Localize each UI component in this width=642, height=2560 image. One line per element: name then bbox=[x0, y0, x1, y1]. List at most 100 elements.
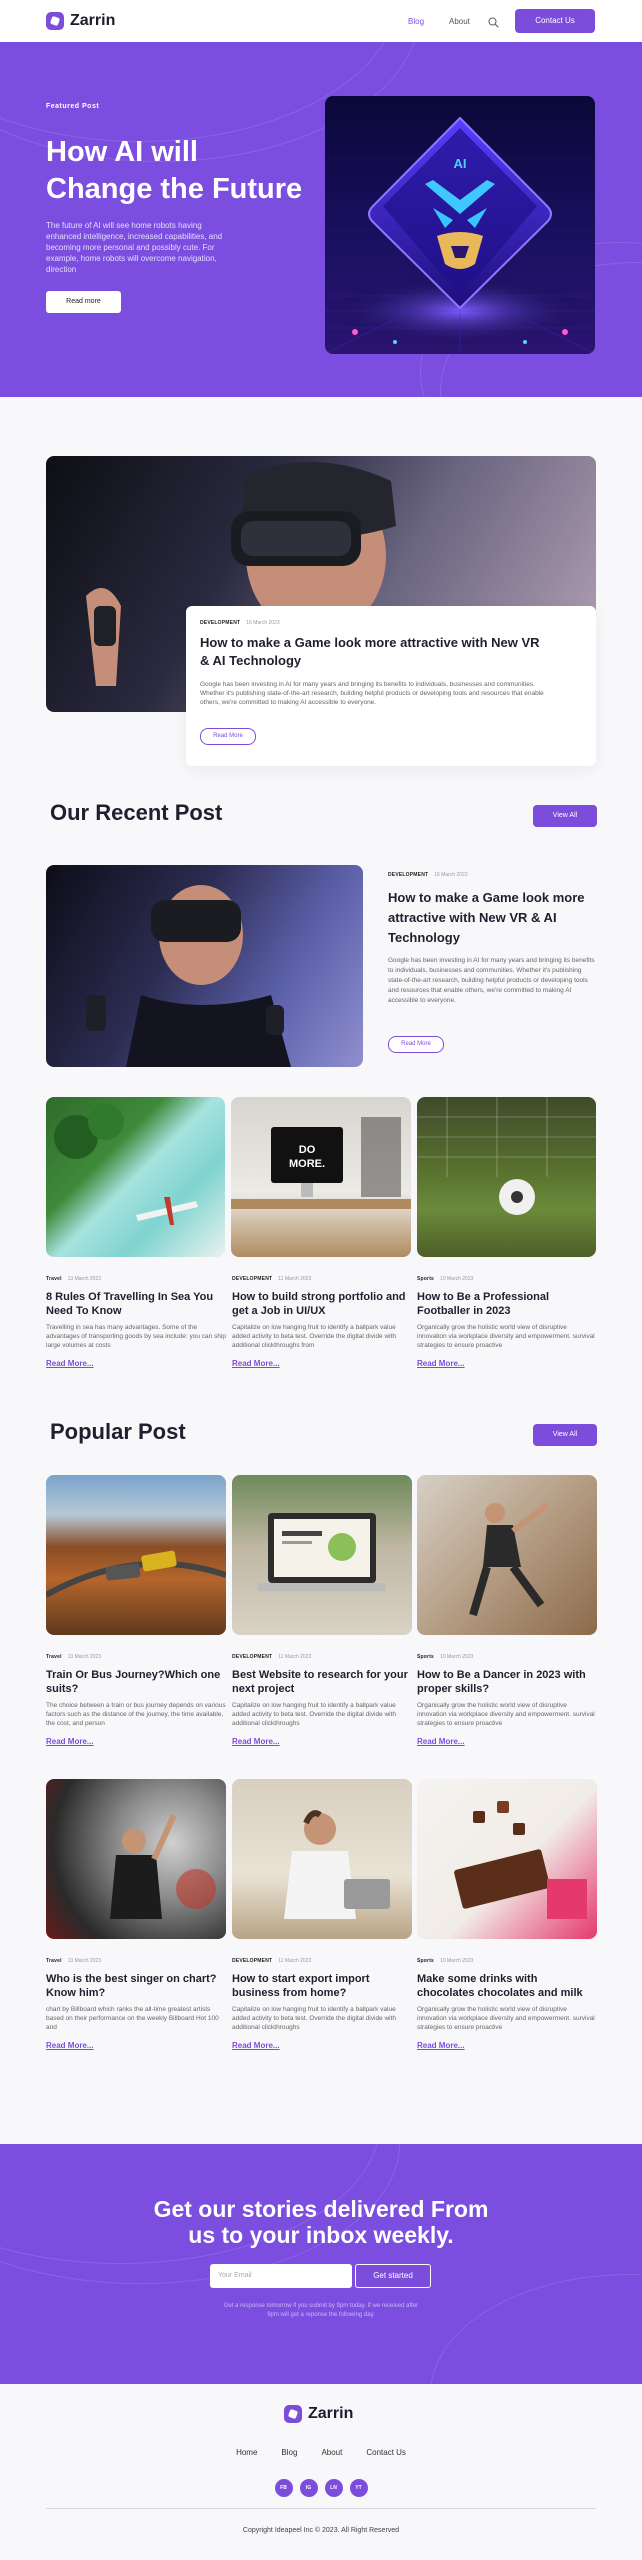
recent-card-1: Travel 13 March 2023 8 Rules Of Travellin… bbox=[46, 1276, 226, 1368]
popular-card-6-date: 10 March 2023 bbox=[440, 1958, 474, 1964]
youtube-icon[interactable]: YT bbox=[349, 2479, 368, 2497]
recent-card-3-read-more-link[interactable]: Read More... bbox=[417, 1359, 597, 1368]
feature-read-more-button[interactable]: Read More bbox=[200, 728, 256, 745]
recent-card-2-read-more-link[interactable]: Read More... bbox=[232, 1359, 412, 1368]
contact-us-button[interactable]: Contact Us bbox=[515, 9, 595, 33]
footer-link-blog[interactable]: Blog bbox=[281, 2448, 297, 2457]
feature-title[interactable]: How to make a Game look more attractive … bbox=[200, 634, 540, 670]
feature-meta: DEVELOPMENT 16 March 2023 bbox=[200, 620, 280, 626]
linkedin-icon[interactable]: LN bbox=[324, 2479, 343, 2497]
hero-image: AI bbox=[325, 96, 595, 354]
recent-main-title[interactable]: How to make a Game look more attractive … bbox=[388, 888, 598, 948]
popular-card-4: Travel 13 March 2023 Who is the best sing… bbox=[46, 1958, 226, 2050]
newsletter-title: Get our stories delivered From us to you… bbox=[0, 2196, 642, 2248]
popular-card-1-text: The choice between a train or bus journe… bbox=[46, 1702, 226, 1727]
newsletter-note: Get a response tomorrow if you submit by… bbox=[0, 2302, 642, 2320]
instagram-icon[interactable]: IG bbox=[299, 2479, 318, 2497]
copyright-text: Copyright Ideapeel Inc © 2023. All Right… bbox=[242, 2527, 400, 2534]
popular-card-image-laptop bbox=[232, 1475, 412, 1635]
newsletter-note-line2: 9pm will get a reponse the following day… bbox=[267, 2312, 375, 2318]
recent-card-2-title[interactable]: How to build strong portfolio and get a … bbox=[232, 1290, 412, 1318]
recent-card-3-title[interactable]: How to Be a Professional Footballer in 2… bbox=[417, 1290, 597, 1318]
facebook-icon[interactable]: FB bbox=[274, 2479, 293, 2497]
popular-card-4-read-more-link[interactable]: Read More... bbox=[46, 2041, 226, 2050]
search-icon[interactable] bbox=[488, 15, 499, 28]
hero-title-line1: How AI will bbox=[46, 136, 198, 168]
popular-card-5-title[interactable]: How to start export import business from… bbox=[232, 1972, 412, 2000]
recent-card-3-text: Organically grow the holistic world view… bbox=[417, 1324, 595, 1349]
popular-card-image-chocolates bbox=[417, 1779, 597, 1939]
footer-link-home[interactable]: Home bbox=[236, 2448, 257, 2457]
popular-card-image-train bbox=[46, 1475, 226, 1635]
logo[interactable]: Zarrin bbox=[46, 12, 115, 30]
popular-card-2: DEVELOPMENT 11 March 2023 Best Website to… bbox=[232, 1654, 412, 1746]
popular-card-6-read-more-link[interactable]: Read More... bbox=[417, 2041, 597, 2050]
popular-card-6-title[interactable]: Make some drinks with chocolates chocola… bbox=[417, 1972, 597, 2000]
recent-card-2-text: Capitalize on low hanging fruit to ident… bbox=[232, 1324, 397, 1349]
hero-title: How AI will Change the Future bbox=[46, 134, 302, 208]
popular-card-6-tag: Sports bbox=[417, 1958, 435, 1964]
site-footer: Zarrin Home Blog About Contact Us FB IG … bbox=[0, 2384, 642, 2560]
recent-card-1-text: Travelling in sea has many advantages. S… bbox=[46, 1324, 226, 1349]
recent-card-3-tag: Sports bbox=[417, 1276, 435, 1282]
recent-card-image-sea bbox=[46, 1097, 225, 1257]
popular-card-1-tag: Travel bbox=[46, 1654, 62, 1660]
popular-card-5-tag: DEVELOPMENT bbox=[232, 1958, 273, 1964]
recent-main-read-more-button[interactable]: Read More bbox=[388, 1036, 444, 1053]
footer-logo-text: Zarrin bbox=[308, 2405, 354, 2422]
get-started-button[interactable]: Get started bbox=[355, 2264, 431, 2288]
popular-card-1-title[interactable]: Train Or Bus Journey?Which one suits? bbox=[46, 1668, 226, 1696]
hero-section: Featured Post How AI will Change the Fut… bbox=[0, 42, 642, 397]
popular-card-1: Travel 13 March 2023 Train Or Bus Journey… bbox=[46, 1654, 226, 1746]
nav-about[interactable]: About bbox=[449, 17, 470, 26]
svg-text:DO: DO bbox=[299, 1144, 316, 1156]
hero-text: The future of AI will see home robots ha… bbox=[46, 221, 223, 274]
recent-view-all-button[interactable]: View All bbox=[533, 805, 597, 827]
feature-text: Google has been investing in AI for many… bbox=[200, 681, 544, 706]
footer-nav: Home Blog About Contact Us bbox=[0, 2448, 642, 2457]
popular-card-5-read-more-link[interactable]: Read More... bbox=[232, 2041, 412, 2050]
footer-link-contact[interactable]: Contact Us bbox=[366, 2448, 406, 2457]
recent-card-3: Sports 10 March 2023 How to Be a Professi… bbox=[417, 1276, 597, 1368]
popular-card-1-read-more-link[interactable]: Read More... bbox=[46, 1737, 226, 1746]
hero-image-ai-label: AI bbox=[454, 156, 467, 171]
recent-card-image-desk: DO MORE. bbox=[231, 1097, 411, 1257]
popular-card-6: Sports 10 March 2023 Make some drinks wit… bbox=[417, 1958, 597, 2050]
hero-read-more-button[interactable]: Read more bbox=[46, 291, 121, 313]
hero-eyebrow: Featured Post bbox=[46, 103, 100, 110]
footer-link-about[interactable]: About bbox=[321, 2448, 342, 2457]
social-links: FB IG LN YT bbox=[0, 2479, 642, 2497]
feature-tag: DEVELOPMENT bbox=[200, 620, 241, 626]
popular-card-5: DEVELOPMENT 11 March 2023 How to start ex… bbox=[232, 1958, 412, 2050]
popular-card-4-title[interactable]: Who is the best singer on chart? Know hi… bbox=[46, 1972, 226, 2000]
logo-icon bbox=[46, 12, 64, 30]
footer-logo[interactable]: Zarrin bbox=[284, 2405, 353, 2423]
popular-card-3-read-more-link[interactable]: Read More... bbox=[417, 1737, 597, 1746]
newsletter-note-line1: Get a response tomorrow if you submit by… bbox=[223, 2303, 419, 2309]
popular-view-all-button[interactable]: View All bbox=[533, 1424, 597, 1446]
recent-main-text: Google has been investing in AI for many… bbox=[388, 957, 595, 1004]
recent-card-1-date: 13 March 2023 bbox=[67, 1276, 102, 1282]
popular-card-3: Sports 10 March 2023 How to Be a Dancer i… bbox=[417, 1654, 597, 1746]
recent-card-1-read-more-link[interactable]: Read More... bbox=[46, 1359, 226, 1368]
recent-main-meta: DEVELOPMENT 16 March 2023 bbox=[388, 872, 468, 878]
popular-card-1-date: 13 March 2023 bbox=[67, 1654, 102, 1660]
popular-card-3-title[interactable]: How to Be a Dancer in 2023 with proper s… bbox=[417, 1668, 597, 1696]
hero-title-line2: Change the Future bbox=[46, 173, 303, 205]
recent-card-image-football bbox=[417, 1097, 596, 1257]
popular-card-4-date: 13 March 2023 bbox=[67, 1958, 102, 1964]
recent-card-2: DEVELOPMENT 11 March 2023 How to build st… bbox=[232, 1276, 412, 1368]
feature-card: DEVELOPMENT 16 March 2023 How to make a … bbox=[186, 606, 596, 766]
popular-card-5-text: Capitalize on low hanging fruit to ident… bbox=[232, 2006, 397, 2031]
recent-card-1-tag: Travel bbox=[46, 1276, 62, 1282]
nav-blog[interactable]: Blog bbox=[408, 17, 424, 26]
popular-card-image-dancer bbox=[417, 1475, 597, 1635]
recent-card-1-title[interactable]: 8 Rules Of Travelling In Sea You Need To… bbox=[46, 1290, 226, 1318]
email-input[interactable]: Your Email bbox=[210, 2264, 352, 2288]
feature-date: 16 March 2023 bbox=[246, 620, 280, 626]
popular-card-2-title[interactable]: Best Website to research for your next p… bbox=[232, 1668, 412, 1696]
popular-section-title: Popular Post bbox=[50, 1419, 186, 1444]
recent-main-date: 16 March 2023 bbox=[434, 872, 468, 878]
popular-card-2-read-more-link[interactable]: Read More... bbox=[232, 1737, 412, 1746]
recent-card-2-date: 11 March 2023 bbox=[278, 1276, 312, 1282]
